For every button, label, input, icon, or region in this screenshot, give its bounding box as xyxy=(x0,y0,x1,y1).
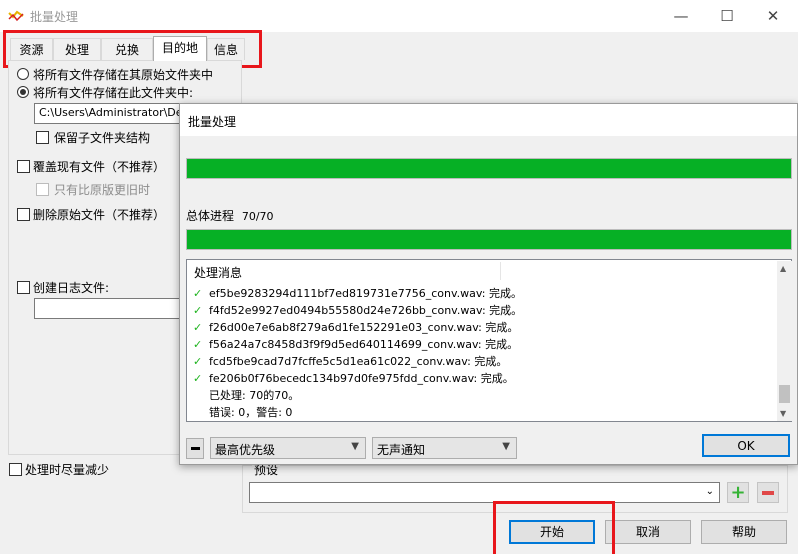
only-newer-label: 只有比原版更旧时 xyxy=(54,183,151,197)
only-newer-checkbox[interactable] xyxy=(36,183,49,196)
chevron-down-icon: ▼ xyxy=(351,441,359,452)
chevron-down-icon: ⌄ xyxy=(705,486,714,497)
chevron-down-icon: ▼ xyxy=(502,441,510,452)
overwrite-label: 覆盖现有文件（不推荐） xyxy=(33,160,166,174)
minimize-processing-label: 处理时尽量减少 xyxy=(25,463,110,477)
cancel-button[interactable]: 取消 xyxy=(605,520,691,544)
check-icon: ✓ xyxy=(193,304,203,317)
check-icon: ✓ xyxy=(193,321,203,334)
window-title: 批量处理 xyxy=(30,10,79,24)
dialog-title-bar: 批量处理 xyxy=(180,104,797,136)
ok-button[interactable]: OK xyxy=(702,434,790,457)
column-divider xyxy=(500,262,501,280)
check-icon: ✓ xyxy=(193,372,203,385)
minus-icon xyxy=(762,490,774,495)
maximize-icon[interactable]: ☐ xyxy=(704,0,750,32)
list-item: ✓ fe206b0f76becedc134b97d0fe975fdd_conv.w… xyxy=(193,372,514,385)
check-icon: ✓ xyxy=(193,338,203,351)
overall-progress-label: 总体进程 70/70 xyxy=(186,207,274,224)
file-progress-bar xyxy=(186,158,792,179)
list-item: ✓ f56a24a7c8458d3f9f9d5ed640114699_conv.w… xyxy=(193,338,519,351)
overall-label-text: 总体进程 xyxy=(186,209,235,223)
tab-destination[interactable]: 目的地 xyxy=(153,36,207,61)
keep-subfolders-checkbox[interactable] xyxy=(36,131,49,144)
list-item: ✓ f4fd52e9927ed0494b55580d24e726bb_conv.w… xyxy=(193,304,523,317)
overall-progress-bar xyxy=(186,229,792,250)
radio-original-folder[interactable] xyxy=(17,68,29,80)
folder-path-input[interactable]: C:\Users\Administrator\Desktop xyxy=(34,103,184,124)
radio-this-folder[interactable] xyxy=(17,86,29,98)
messages-header: 处理消息 xyxy=(194,266,243,280)
minus-icon xyxy=(190,447,200,450)
minimize-icon[interactable]: — xyxy=(658,0,704,32)
remove-preset-button[interactable] xyxy=(757,482,779,503)
notify-value: 无声通知 xyxy=(377,443,426,457)
scroll-down-icon[interactable]: ▼ xyxy=(780,409,786,418)
dialog-title: 批量处理 xyxy=(188,115,237,129)
delete-original-checkbox[interactable] xyxy=(17,208,30,221)
preset-select[interactable]: ⌄ xyxy=(249,482,720,503)
overwrite-checkbox[interactable] xyxy=(17,160,30,173)
plus-icon: + xyxy=(730,481,746,503)
summary-errors: 错误: 0，警告: 0 xyxy=(209,406,293,419)
radio-original-label: 将所有文件存储在其原始文件夹中 xyxy=(33,68,214,82)
progress-dialog: 批量处理 总体进程 70/70 处理消息 ✓ ef5be9283294d111bf… xyxy=(179,103,798,465)
file-progress-fill xyxy=(187,159,791,178)
priority-select[interactable]: 最高优先级 ▼ xyxy=(210,437,366,459)
radio-this-folder-label: 将所有文件存储在此文件夹中: xyxy=(33,86,194,100)
list-item: ✓ fcd5fbe9cad7d7fcffe5c5d1ea61c022_conv.w… xyxy=(193,355,508,368)
scroll-thumb[interactable] xyxy=(779,385,790,403)
check-icon: ✓ xyxy=(193,355,203,368)
messages-scrollbar[interactable]: ▲ ▼ xyxy=(777,261,792,421)
overall-count: 70/70 xyxy=(241,210,274,223)
delete-original-label: 删除原始文件（不推荐） xyxy=(33,208,166,222)
check-icon: ✓ xyxy=(193,287,203,300)
minimize-processing-checkbox[interactable] xyxy=(9,463,22,476)
create-log-label: 创建日志文件: xyxy=(33,281,110,295)
scroll-up-icon[interactable]: ▲ xyxy=(780,264,786,273)
priority-value: 最高优先级 xyxy=(215,443,276,457)
help-button[interactable]: 帮助 xyxy=(701,520,787,544)
overall-progress-fill xyxy=(187,230,791,249)
close-icon[interactable]: ✕ xyxy=(750,0,796,32)
notify-select[interactable]: 无声通知 ▼ xyxy=(372,437,517,459)
summary-processed: 已处理: 70的70。 xyxy=(209,389,300,402)
create-log-checkbox[interactable] xyxy=(17,281,30,294)
highlight-start xyxy=(493,501,615,554)
messages-list[interactable]: 处理消息 ✓ ef5be9283294d111bf7ed819731e7756_c… xyxy=(186,259,792,422)
list-item: ✓ ef5be9283294d111bf7ed819731e7756_conv.w… xyxy=(193,287,522,300)
add-preset-button[interactable]: + xyxy=(727,482,749,503)
collapse-button[interactable] xyxy=(186,438,204,459)
keep-subfolders-label: 保留子文件夹结构 xyxy=(54,131,151,145)
log-path-input[interactable] xyxy=(34,298,184,319)
title-bar: 批量处理 — ☐ ✕ xyxy=(0,0,798,32)
app-icon xyxy=(8,10,24,22)
list-item: ✓ f26d00e7e6ab8f279a6d1fe152291e03_conv.w… xyxy=(193,321,519,334)
